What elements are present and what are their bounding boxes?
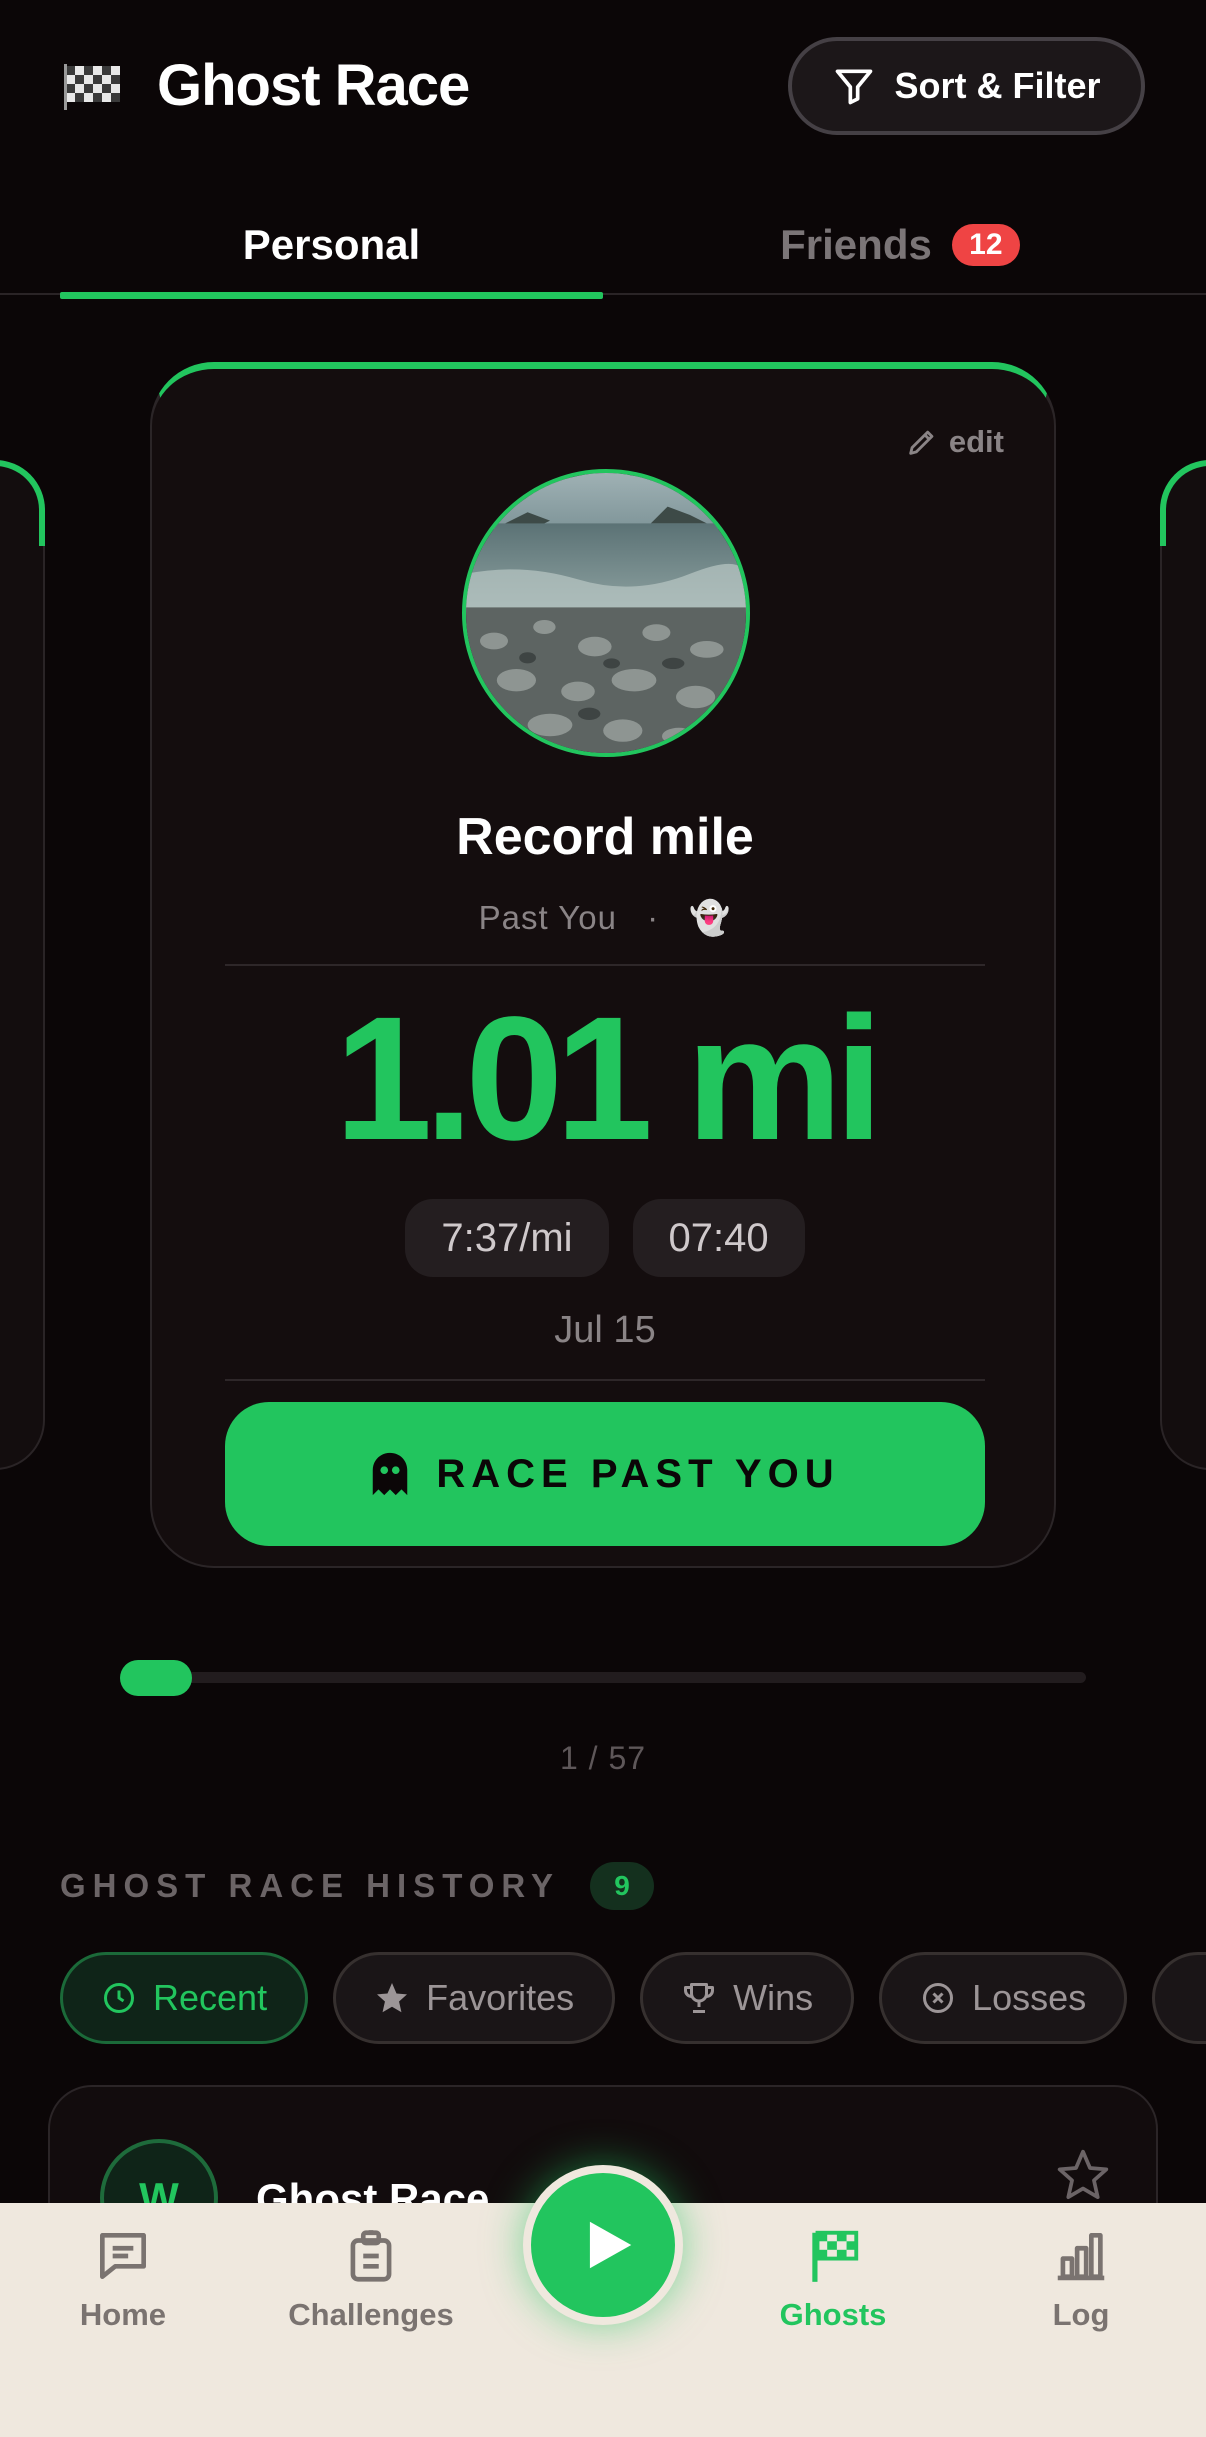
tab-friends-label: Friends [780, 221, 932, 268]
filter-chip-label: Losses [972, 1977, 1087, 2018]
ghost-title: Record mile [456, 808, 754, 866]
card-divider-bottom [225, 1379, 985, 1381]
nav-log-label: Log [1052, 2297, 1110, 2332]
filter-chip-losses[interactable]: Losses [879, 1952, 1128, 2044]
carousel-position: 1 / 57 [559, 1740, 647, 1776]
ghost-race-screen: Ghost Race Sort & Filter Personal Friend… [0, 0, 1206, 2437]
tab-bar: Personal Friends 12 [0, 195, 1206, 299]
ghost-icon [373, 1452, 408, 1496]
nav-home[interactable]: Home [23, 2225, 223, 2355]
ghost-card: edit Record mile Past You · 👻 1.01 mi 7:… [150, 362, 1056, 1568]
checkered-flag-icon [64, 64, 120, 110]
nav-ghosts[interactable]: Ghosts [733, 2225, 933, 2355]
star-icon [377, 1983, 408, 2013]
tab-personal-label: Personal [242, 221, 421, 268]
play-icon [589, 2221, 632, 2269]
bar-chart-icon [1057, 2233, 1105, 2281]
ghost-avatar-photo [462, 469, 750, 757]
race-past-you-button[interactable]: RACE PAST YOU [225, 1402, 985, 1546]
filter-chip-favorites[interactable]: Favorites [333, 1952, 616, 2044]
race-past-you-label: RACE PAST YOU [436, 1451, 840, 1496]
x-circle-icon [923, 1983, 954, 2013]
duration-pill: 07:40 [632, 1199, 805, 1277]
app-title: Ghost Race [157, 53, 470, 118]
edit-label: edit [948, 424, 1004, 459]
filter-chip-more[interactable] [1152, 1952, 1206, 2044]
checkered-flag-icon [812, 2230, 859, 2282]
history-header: GHOST RACE HISTORY 9 [60, 1862, 655, 1910]
history-count-badge: 9 [590, 1862, 655, 1910]
beach-photo-image [466, 473, 746, 753]
start-run-button[interactable] [523, 2165, 683, 2325]
edit-button[interactable]: edit [905, 424, 1004, 460]
previous-ghost-card[interactable] [0, 460, 45, 1470]
tab-personal[interactable]: Personal [60, 195, 603, 299]
history-title: GHOST RACE HISTORY [60, 1867, 561, 1904]
chat-icon [100, 2233, 146, 2279]
filter-chip-label: Recent [153, 1977, 268, 2018]
trophy-icon [684, 1983, 715, 2013]
friends-count-badge: 12 [951, 224, 1020, 266]
app-header: Ghost Race Sort & Filter [0, 0, 1206, 175]
pace-pill: 7:37/mi [405, 1199, 609, 1277]
filter-chip-label: Favorites [426, 1977, 575, 2018]
sort-filter-button[interactable]: Sort & Filter [788, 37, 1145, 135]
ghost-stats: 7:37/mi 07:40 [152, 1199, 1058, 1277]
filter-chip-wins[interactable]: Wins [640, 1952, 855, 2044]
ghost-date: Jul 15 [554, 1309, 656, 1351]
nav-ghosts-label: Ghosts [779, 2297, 887, 2332]
filter-icon [836, 69, 873, 105]
nav-challenges[interactable]: Challenges [271, 2225, 471, 2355]
ghost-emoji-icon: 👻 [689, 899, 732, 936]
next-ghost-card[interactable] [1160, 460, 1206, 1470]
pencil-icon [909, 430, 934, 455]
ghost-subtitle: Past You · 👻 [152, 899, 1058, 938]
carousel-scrollbar[interactable] [120, 1660, 1086, 1696]
nav-challenges-label: Challenges [288, 2297, 454, 2332]
history-filter-chips: Recent Favorites Wins Losses [60, 1952, 1206, 2044]
active-tab-indicator [60, 292, 603, 299]
ghost-distance: 1.01 mi [334, 981, 884, 1177]
favorite-star-icon[interactable] [1055, 2147, 1111, 2203]
filter-chip-label: Wins [733, 1977, 814, 2018]
carousel-scroll-thumb[interactable] [120, 1660, 192, 1696]
card-divider-top [225, 964, 985, 966]
tab-friends[interactable]: Friends 12 [700, 195, 1100, 295]
filter-chip-recent[interactable]: Recent [60, 1952, 309, 2044]
nav-log[interactable]: Log [981, 2225, 1181, 2355]
ghost-owner: Past You [478, 899, 617, 936]
clock-icon [104, 1983, 134, 2013]
subtitle-separator: · [647, 899, 660, 936]
clipboard-icon [350, 2230, 392, 2282]
sort-filter-label: Sort & Filter [894, 65, 1101, 106]
nav-home-label: Home [79, 2297, 167, 2332]
